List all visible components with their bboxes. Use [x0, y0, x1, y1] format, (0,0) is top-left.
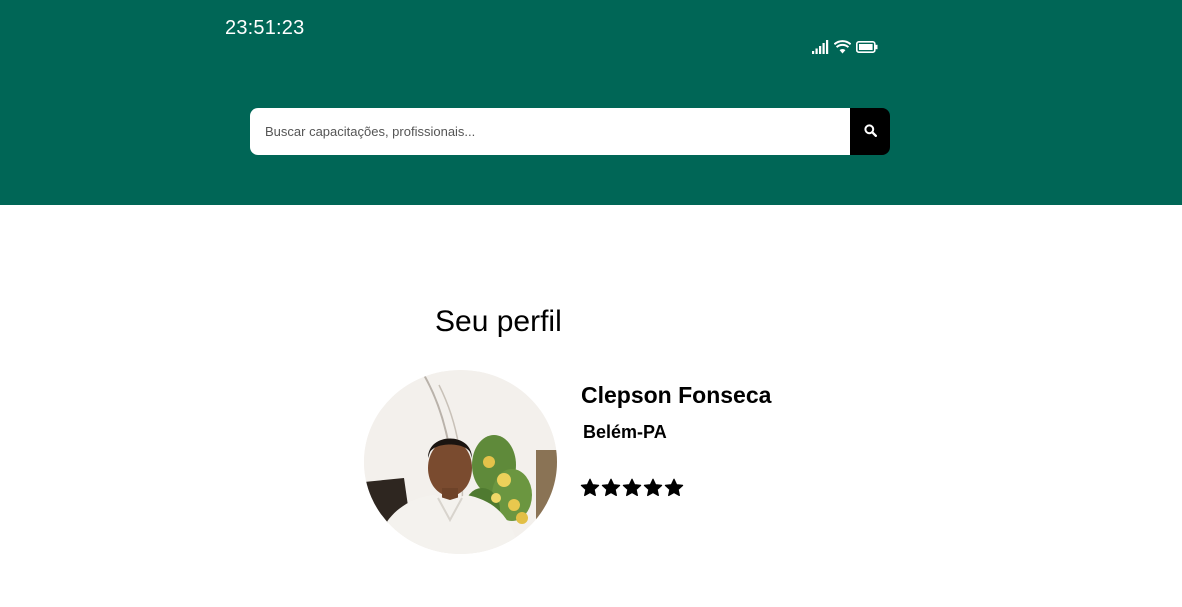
- status-icons: [812, 40, 878, 54]
- section-title: Seu perfil: [435, 305, 562, 338]
- status-time: 23:51:23: [225, 17, 305, 39]
- star-icon: [664, 478, 684, 497]
- rating-stars: [580, 478, 684, 498]
- signal-icon: [812, 40, 829, 54]
- battery-icon: [856, 41, 878, 53]
- star-icon: [580, 478, 600, 497]
- app-header: 23:51:23: [0, 0, 1182, 205]
- profile-name: Clepson Fonseca: [581, 382, 772, 408]
- star-icon: [643, 478, 663, 497]
- profile-location: Belém-PA: [583, 422, 667, 442]
- search-icon: [863, 123, 877, 140]
- wifi-icon: [834, 40, 851, 54]
- star-icon: [601, 478, 621, 497]
- search-button[interactable]: [850, 108, 890, 155]
- search-bar: [250, 108, 890, 155]
- star-icon: [622, 478, 642, 497]
- search-input[interactable]: [250, 108, 850, 155]
- profile-avatar: [364, 370, 557, 554]
